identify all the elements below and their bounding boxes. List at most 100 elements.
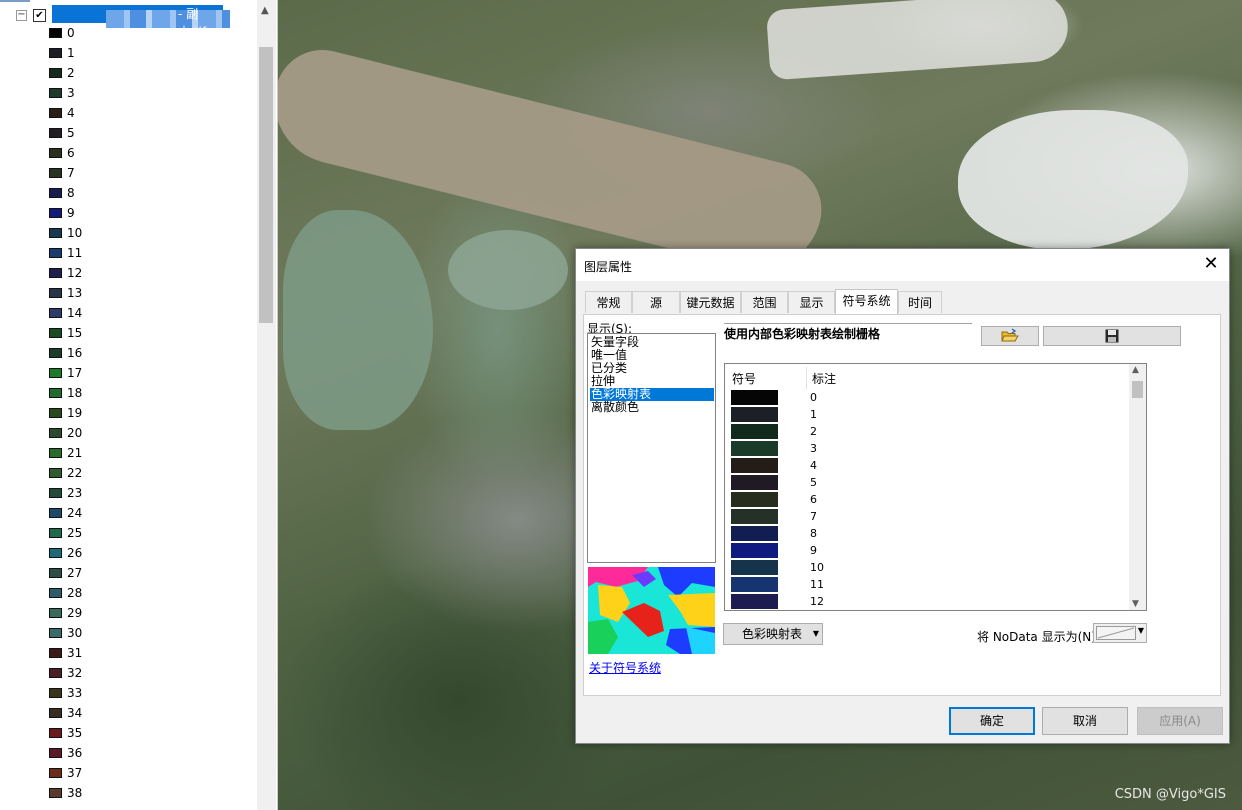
colormap-symbol-swatch[interactable] <box>731 560 778 575</box>
colormap-row[interactable]: 2 <box>731 423 1111 440</box>
legend-label: 16 <box>67 346 83 360</box>
layer-name[interactable]: - 副本.tif <box>52 5 230 39</box>
collapse-toggle[interactable]: − <box>16 10 27 21</box>
colormap-row[interactable]: 7 <box>731 508 1111 525</box>
colormap-dropdown-button[interactable]: 色彩映射表 ▼ <box>723 623 823 645</box>
colormap-row[interactable]: 12 <box>731 593 1111 610</box>
dialog-titlebar[interactable]: 图层属性 ✕ <box>576 249 1229 281</box>
legend-swatch <box>49 308 62 318</box>
apply-button[interactable]: 应用(A) <box>1137 707 1223 735</box>
nodata-label: 将 NoData 显示为(N) <box>977 630 1096 644</box>
scrollbar-thumb[interactable] <box>1132 381 1143 398</box>
legend-label: 15 <box>67 326 83 340</box>
legend-swatch <box>49 408 62 418</box>
colormap-row[interactable]: 1 <box>731 406 1111 423</box>
close-icon[interactable]: ✕ <box>1201 254 1221 274</box>
legend-label: 20 <box>67 426 83 440</box>
colormap-row[interactable]: 0 <box>731 389 1111 406</box>
tab-key-metadata[interactable]: 键元数据 <box>680 291 741 313</box>
legend-label: 38 <box>67 786 83 800</box>
legend-label: 4 <box>67 106 75 120</box>
colormap-symbol-swatch[interactable] <box>731 407 778 422</box>
colormap-label: 5 <box>810 476 817 489</box>
legend-item: 13 <box>49 284 249 304</box>
layer-visibility-checkbox[interactable]: ✔ <box>33 9 46 22</box>
legend-item: 8 <box>49 184 249 204</box>
legend-item: 16 <box>49 344 249 364</box>
dialog-title: 图层属性 <box>584 260 633 274</box>
toc-top-line <box>0 0 30 2</box>
legend-swatch <box>49 208 62 218</box>
legend-item: 0 <box>49 24 249 44</box>
colormap-row[interactable]: 4 <box>731 457 1111 474</box>
colormap-row[interactable]: 6 <box>731 491 1111 508</box>
about-symbology-link[interactable]: 关于符号系统 <box>589 659 661 676</box>
column-separator[interactable] <box>806 367 807 389</box>
colormap-symbol-swatch[interactable] <box>731 492 778 507</box>
colormap-row[interactable]: 3 <box>731 440 1111 457</box>
colormap-symbol-swatch[interactable] <box>731 458 778 473</box>
tab-extent[interactable]: 范围 <box>741 291 788 313</box>
table-of-contents: − ✔ - 副本.tif 0 1 2 3 4 5 6 7 8 9 10 11 12 13 14 15 16 17 1… <box>0 0 278 810</box>
legend-label: 34 <box>67 706 83 720</box>
symbology-page: 显示(S): 矢量字段 唯一值 已分类 拉伸 色彩映射表 离散颜色 关于符号系统… <box>583 314 1221 696</box>
legend-item: 4 <box>49 104 249 124</box>
cancel-button[interactable]: 取消 <box>1042 707 1128 735</box>
legend-label: 0 <box>67 26 75 40</box>
colormap-symbol-swatch[interactable] <box>731 509 778 524</box>
colormap-row[interactable]: 5 <box>731 474 1111 491</box>
colormap-symbol-swatch[interactable] <box>731 526 778 541</box>
toc-scrollbar[interactable]: ▲ <box>257 0 276 810</box>
colormap-symbol-swatch[interactable] <box>731 577 778 592</box>
colormap-symbol-swatch[interactable] <box>731 424 778 439</box>
scroll-up-icon[interactable]: ▲ <box>1132 365 1139 375</box>
scrollbar-thumb[interactable] <box>259 47 273 323</box>
tab-time[interactable]: 时间 <box>898 291 942 313</box>
colormap-row[interactable]: 11 <box>731 576 1111 593</box>
ok-button[interactable]: 确定 <box>949 707 1035 735</box>
legend-label: 23 <box>67 486 83 500</box>
colormap-symbol-swatch[interactable] <box>731 475 778 490</box>
nodata-color-picker[interactable]: ▼ <box>1093 623 1147 643</box>
colormap-row[interactable]: 9 <box>731 542 1111 559</box>
legend-item: 24 <box>49 504 249 524</box>
layer-properties-dialog: 图层属性 ✕ 常规 源 键元数据 范围 显示 时间 符号系统 显示(S): 矢量… <box>575 248 1230 744</box>
legend-swatch <box>49 608 62 618</box>
legend-item: 15 <box>49 324 249 344</box>
renderer-item-discrete-color[interactable]: 离散颜色 <box>590 401 714 414</box>
tab-source[interactable]: 源 <box>632 291 680 313</box>
colormap-symbol-swatch[interactable] <box>731 390 778 405</box>
legend-label: 35 <box>67 726 83 740</box>
colormap-row[interactable]: 10 <box>731 559 1111 576</box>
legend-swatch <box>49 168 62 178</box>
legend-swatch <box>49 488 62 498</box>
column-header-symbol[interactable]: 符号 <box>732 370 756 387</box>
folder-open-icon <box>1001 328 1019 342</box>
colormap-scrollbar[interactable]: ▲ ▼ <box>1129 364 1146 610</box>
colormap-symbol-swatch[interactable] <box>731 543 778 558</box>
colormap-symbol-swatch[interactable] <box>731 441 778 456</box>
tab-symbology[interactable]: 符号系统 <box>835 289 898 315</box>
column-header-label[interactable]: 标注 <box>812 370 836 387</box>
renderer-list[interactable]: 矢量字段 唯一值 已分类 拉伸 色彩映射表 离散颜色 <box>587 333 716 563</box>
tab-general[interactable]: 常规 <box>585 291 632 313</box>
legend-label: 12 <box>67 266 83 280</box>
legend-swatch <box>49 688 62 698</box>
legend-label: 13 <box>67 286 83 300</box>
colormap-symbol-swatch[interactable] <box>731 594 778 609</box>
open-colormap-button[interactable] <box>981 326 1039 346</box>
scroll-down-icon[interactable]: ▼ <box>1132 599 1139 609</box>
save-colormap-button[interactable] <box>1043 326 1181 346</box>
legend-swatch <box>49 568 62 578</box>
colormap-label: 1 <box>810 408 817 421</box>
lake-area-small <box>448 230 568 310</box>
legend-label: 36 <box>67 746 83 760</box>
colormap-table[interactable]: 符号 标注 0 1 2 3 4 5 6 7 8 9 10 11 12 ▲ ▼ <box>724 363 1147 611</box>
scroll-up-icon[interactable]: ▲ <box>261 6 271 16</box>
colormap-label: 12 <box>810 595 824 608</box>
colormap-row[interactable]: 8 <box>731 525 1111 542</box>
colormap-label: 7 <box>810 510 817 523</box>
tab-display[interactable]: 显示 <box>788 291 835 313</box>
legend-swatch <box>49 148 62 158</box>
save-icon <box>1105 329 1119 343</box>
